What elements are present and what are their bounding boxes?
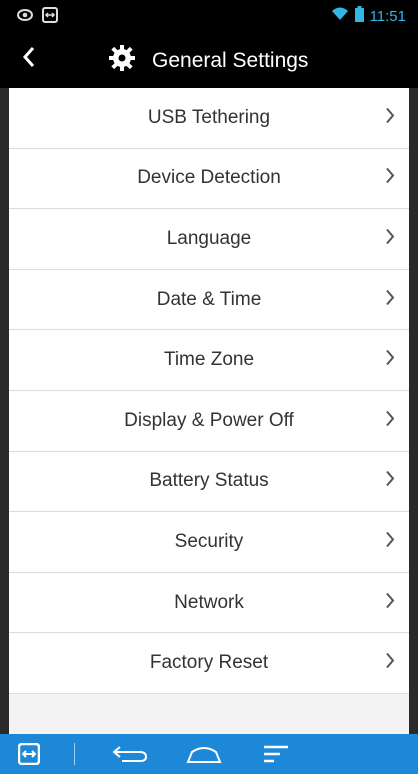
settings-item-security[interactable]: Security — [9, 512, 409, 573]
chevron-right-icon — [385, 227, 395, 250]
settings-item-date-time[interactable]: Date & Time — [9, 269, 409, 331]
chevron-right-icon — [385, 167, 395, 190]
settings-item-label: Network — [174, 591, 244, 613]
gear-icon — [108, 44, 136, 77]
eye-icon — [16, 8, 34, 27]
settings-item-label: Display & Power Off — [124, 409, 294, 431]
menu-icon[interactable] — [262, 745, 290, 768]
status-time: 11:51 — [369, 8, 406, 25]
chevron-right-icon — [385, 652, 395, 675]
settings-item-factory-reset[interactable]: Factory Reset — [9, 633, 409, 694]
settings-item-device-detection[interactable]: Device Detection — [9, 148, 409, 210]
settings-item-label: USB Tethering — [147, 106, 271, 128]
settings-item-usb-tethering[interactable]: USB Tethering — [9, 88, 409, 149]
settings-item-label: Device Detection — [137, 167, 281, 189]
settings-item-label: Security — [174, 530, 244, 552]
nav-divider — [74, 743, 75, 765]
back-icon[interactable] — [112, 745, 148, 768]
settings-item-label: Battery Status — [149, 470, 269, 492]
action-bar: General Settings — [0, 30, 418, 88]
remote-icon — [42, 7, 58, 28]
settings-item-time-zone[interactable]: Time Zone — [9, 330, 409, 391]
settings-item-label: Language — [166, 227, 252, 249]
chevron-right-icon — [385, 106, 395, 129]
settings-list: USB Tethering Device Detection Language … — [9, 88, 409, 694]
wifi-icon — [331, 7, 349, 26]
list-footer-space — [9, 694, 409, 734]
chevron-right-icon — [385, 470, 395, 493]
back-chevron-icon — [22, 46, 36, 73]
settings-item-display-power-off[interactable]: Display & Power Off — [9, 390, 409, 452]
chevron-right-icon — [385, 288, 395, 311]
settings-item-label: Factory Reset — [149, 652, 269, 674]
status-bar: 11:51 — [0, 0, 418, 30]
settings-item-battery-status[interactable]: Battery Status — [9, 451, 409, 513]
chevron-right-icon — [385, 530, 395, 553]
chevron-right-icon — [385, 349, 395, 372]
remote-icon[interactable] — [17, 742, 41, 770]
page-title: General Settings — [152, 48, 309, 72]
settings-item-language[interactable]: Language — [9, 209, 409, 270]
chevron-right-icon — [385, 409, 395, 432]
back-button[interactable] — [14, 44, 44, 74]
home-icon[interactable] — [186, 744, 222, 769]
settings-item-label: Time Zone — [163, 349, 255, 371]
chevron-right-icon — [385, 591, 395, 614]
settings-item-label: Date & Time — [156, 288, 262, 310]
settings-item-network[interactable]: Network — [9, 572, 409, 634]
navigation-bar — [0, 734, 418, 774]
battery-icon — [354, 6, 364, 27]
